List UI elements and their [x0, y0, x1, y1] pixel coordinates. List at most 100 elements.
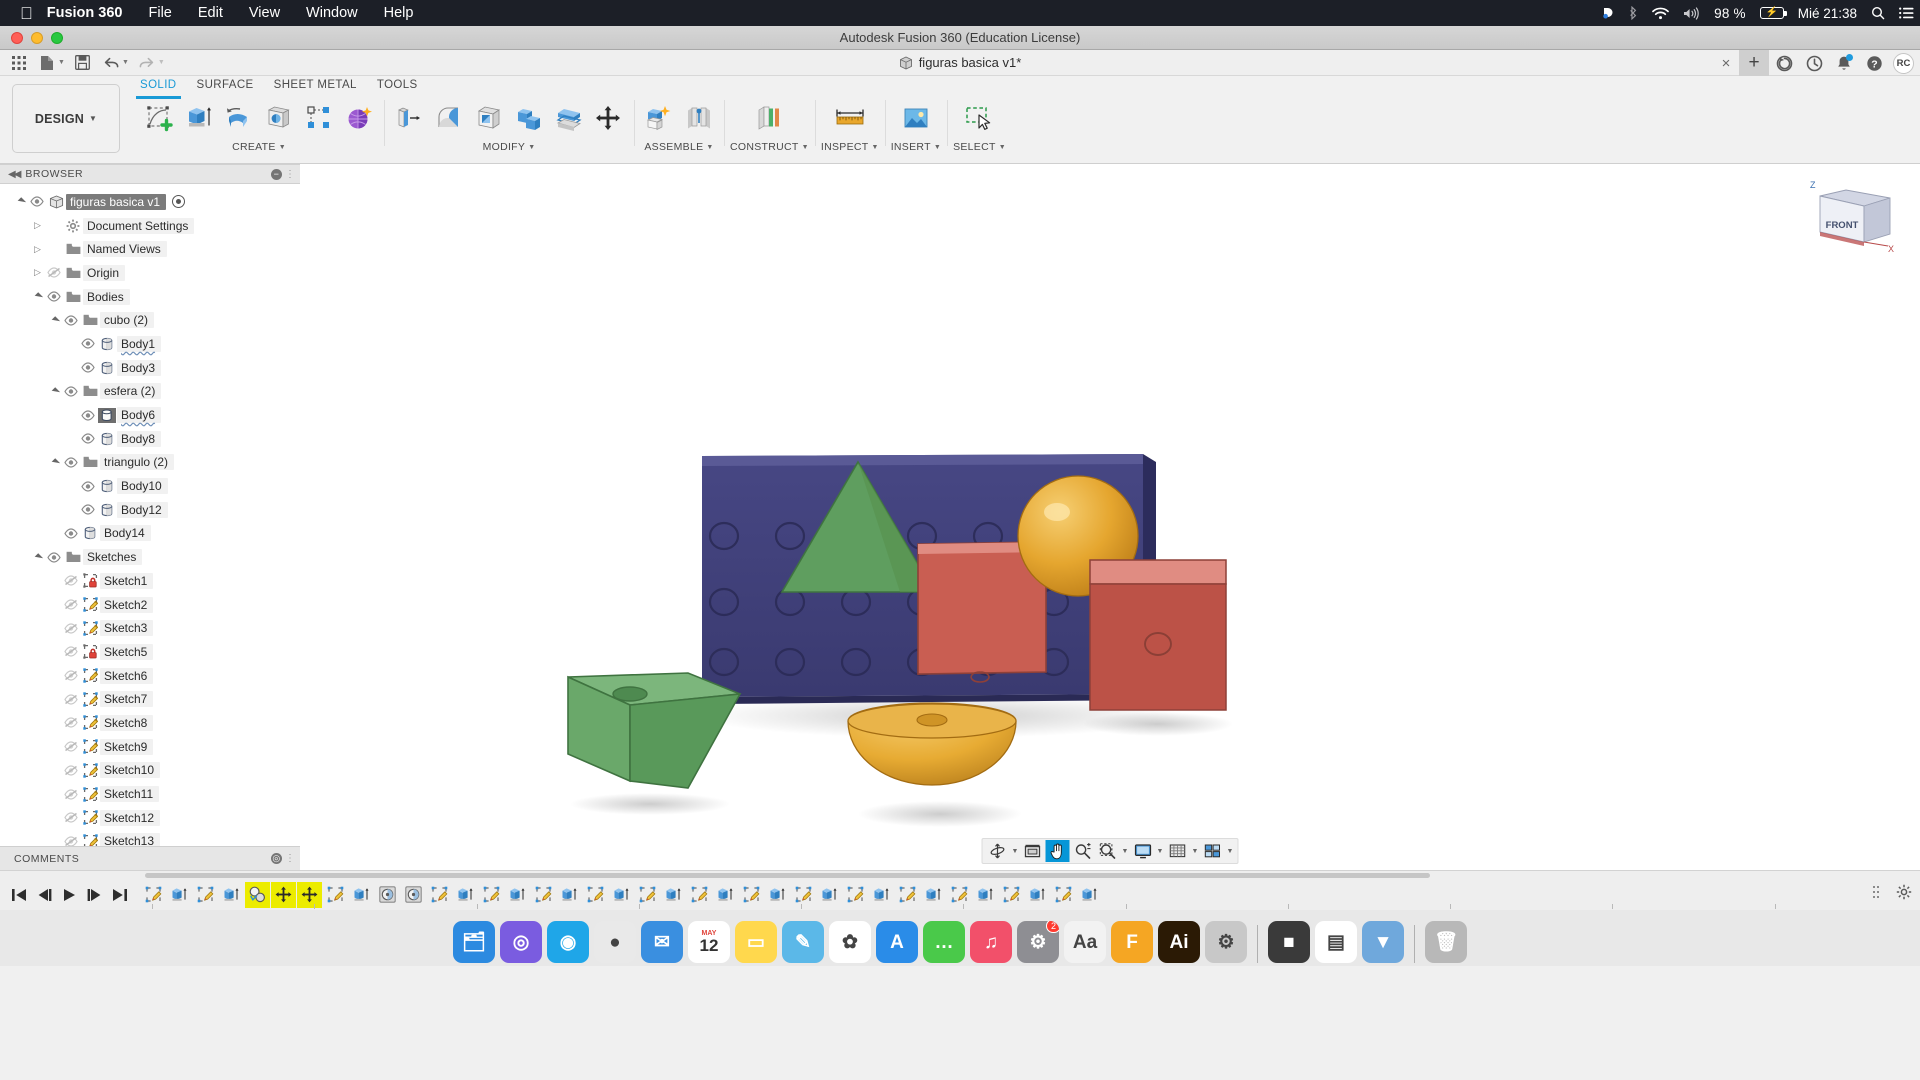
grid-snaps-icon[interactable] — [1166, 840, 1190, 862]
chevron-down-icon[interactable]: ▼ — [1121, 848, 1130, 855]
robot-app-icon[interactable]: ⚙ — [1205, 921, 1247, 963]
visibility-visible-icon[interactable] — [78, 433, 97, 444]
visibility-hidden-icon[interactable] — [61, 575, 80, 586]
visibility-hidden-icon[interactable] — [61, 646, 80, 657]
expander-collapse-icon[interactable] — [48, 388, 61, 395]
expander-collapse-icon[interactable] — [48, 317, 61, 324]
redo-caret-icon[interactable]: ▼ — [158, 59, 165, 66]
fit-icon[interactable] — [1021, 840, 1045, 862]
mail-icon[interactable]: ✉ — [641, 921, 683, 963]
tree-item-cubo-2[interactable]: cubo (2) — [0, 308, 300, 332]
display-settings-icon[interactable] — [1131, 840, 1155, 862]
chevron-down-icon[interactable]: ▼ — [1226, 848, 1235, 855]
fusion-360-icon[interactable]: F — [1111, 921, 1153, 963]
notifications-bell-icon[interactable] — [1829, 50, 1859, 76]
expander-collapse-icon[interactable] — [48, 459, 61, 466]
visibility-hidden-icon[interactable] — [61, 836, 80, 846]
step-back-icon[interactable] — [37, 888, 52, 902]
redo-icon[interactable] — [134, 52, 160, 74]
revolve-icon[interactable] — [220, 98, 258, 138]
move-copy-icon[interactable] — [590, 98, 628, 138]
expander-expand-icon[interactable]: ▷ — [31, 220, 44, 231]
ribbon-group-label-select[interactable]: SELECT ▼ — [953, 141, 1006, 153]
visibility-visible-icon[interactable] — [44, 552, 63, 563]
help-icon[interactable]: ? — [1859, 50, 1889, 76]
pan-icon[interactable] — [1046, 840, 1070, 862]
macos-clock[interactable]: Mié 21:38 — [1798, 6, 1857, 21]
activate-component-radio[interactable] — [172, 195, 185, 208]
file-caret-icon[interactable]: ▼ — [58, 59, 65, 66]
visibility-hidden-icon[interactable] — [44, 267, 63, 278]
tab-surface[interactable]: SURFACE — [187, 78, 264, 98]
menu-file[interactable]: File — [149, 5, 172, 21]
menu-list-icon[interactable] — [1899, 7, 1914, 19]
photos-icon[interactable]: ✿ — [829, 921, 871, 963]
chevron-down-icon[interactable]: ▼ — [1156, 848, 1165, 855]
menu-window[interactable]: Window — [306, 5, 358, 21]
tree-item-body1[interactable]: Body1 — [0, 332, 300, 356]
tree-item-sketch5[interactable]: Sketch5 — [0, 640, 300, 664]
new-tab-button[interactable]: + — [1739, 50, 1769, 76]
zoom-icon[interactable] — [1071, 840, 1095, 862]
visibility-visible-icon[interactable] — [61, 386, 80, 397]
ribbon-group-label-modify[interactable]: MODIFY ▼ — [483, 141, 536, 153]
calendar-icon[interactable]: MAY12 — [688, 921, 730, 963]
menu-view[interactable]: View — [249, 5, 280, 21]
tree-item-bodies[interactable]: Bodies — [0, 285, 300, 309]
finder-icon[interactable]: 🗂 — [453, 921, 495, 963]
tree-item-body3[interactable]: Body3 — [0, 356, 300, 380]
control-center-icon[interactable] — [1601, 6, 1615, 20]
tree-item-body12[interactable]: Body12 — [0, 498, 300, 522]
ribbon-group-label-assemble[interactable]: ASSEMBLE ▼ — [644, 141, 713, 153]
tree-item-sketch8[interactable]: Sketch8 — [0, 711, 300, 735]
timeline-settings-icon[interactable] — [1896, 884, 1912, 905]
apple-logo-icon[interactable]:  — [20, 5, 33, 22]
trash-icon[interactable]: 🗑 — [1425, 921, 1467, 963]
expander-collapse-icon[interactable] — [14, 198, 27, 205]
visibility-visible-icon[interactable] — [27, 196, 46, 207]
shell-icon[interactable] — [470, 98, 508, 138]
orbit-icon[interactable] — [986, 840, 1010, 862]
font-book-icon[interactable]: Aa — [1064, 921, 1106, 963]
insert-image-icon[interactable] — [897, 98, 935, 138]
ribbon-group-label-create[interactable]: CREATE ▼ — [232, 141, 286, 153]
panel-grip-icon[interactable]: ⋮ — [285, 853, 294, 864]
visibility-visible-icon[interactable] — [61, 457, 80, 468]
visibility-visible-icon[interactable] — [78, 410, 97, 421]
new-component-icon[interactable] — [640, 98, 678, 138]
ribbon-group-label-construct[interactable]: CONSTRUCT ▼ — [730, 141, 809, 153]
play-icon[interactable] — [62, 888, 77, 902]
tree-item-body10[interactable]: Body10 — [0, 474, 300, 498]
visibility-visible-icon[interactable] — [78, 338, 97, 349]
expander-expand-icon[interactable]: ▷ — [31, 267, 44, 278]
tree-item-sketch9[interactable]: Sketch9 — [0, 735, 300, 759]
grid-apps-icon[interactable] — [6, 52, 32, 74]
visibility-hidden-icon[interactable] — [61, 599, 80, 610]
timeline-scrollbar[interactable] — [0, 871, 1920, 879]
expander-collapse-icon[interactable] — [31, 554, 44, 561]
tree-item-triangulo-2[interactable]: triangulo (2) — [0, 451, 300, 475]
tree-item-sketch1[interactable]: Sketch1 — [0, 569, 300, 593]
document-tab[interactable]: figuras basica v1* — [899, 55, 1022, 70]
tree-item-figuras-basica-v1[interactable]: figuras basica v1 — [0, 190, 300, 214]
tree-item-named-views[interactable]: ▷Named Views — [0, 237, 300, 261]
visibility-hidden-icon[interactable] — [61, 670, 80, 681]
ribbon-group-label-inspect[interactable]: INSPECT ▼ — [821, 141, 879, 153]
battery-charging-icon[interactable]: ⚡ — [1760, 7, 1784, 19]
visibility-visible-icon[interactable] — [78, 362, 97, 373]
save-icon[interactable] — [70, 52, 96, 74]
notes-icon[interactable]: ▭ — [735, 921, 777, 963]
screen-share-icon[interactable]: ■ — [1268, 921, 1310, 963]
volume-icon[interactable] — [1683, 7, 1700, 20]
chevron-down-icon[interactable]: ▼ — [1191, 848, 1200, 855]
wifi-icon[interactable] — [1652, 7, 1669, 20]
timeline-grip-icon[interactable] — [1872, 885, 1884, 904]
tree-item-sketch3[interactable]: Sketch3 — [0, 616, 300, 640]
chrome-icon[interactable]: ● — [594, 921, 636, 963]
sync-icon[interactable] — [1769, 50, 1799, 76]
visibility-visible-icon[interactable] — [78, 504, 97, 515]
comments-panel[interactable]: COMMENTS ◎ ⋮ — [0, 846, 300, 870]
measure-icon[interactable] — [831, 98, 869, 138]
close-tab-icon[interactable]: × — [1713, 50, 1739, 76]
offset-face-icon[interactable] — [550, 98, 588, 138]
